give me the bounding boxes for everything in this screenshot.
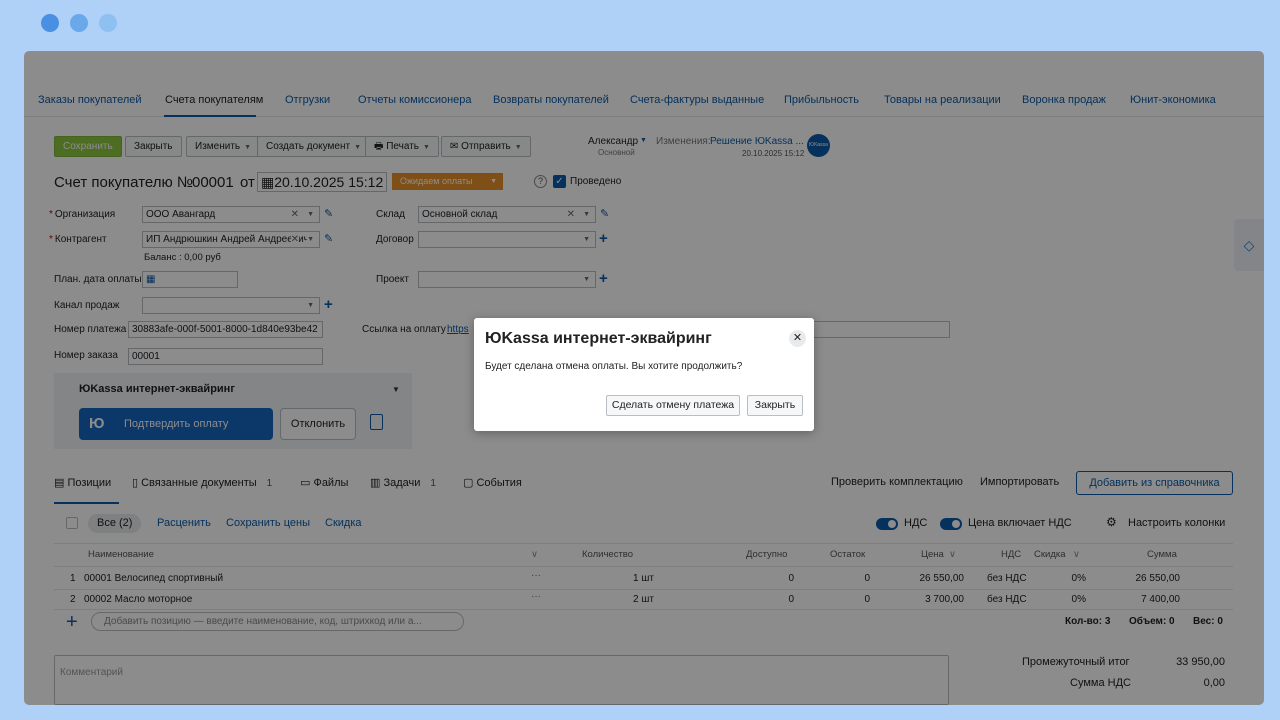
dialog-title: ЮKassa интернет-эквайринг — [485, 330, 712, 347]
window-dot-3[interactable] — [99, 14, 117, 32]
confirm-cancel-button[interactable]: Сделать отмену платежа — [606, 395, 740, 416]
dialog-close-button[interactable]: Закрыть — [747, 395, 803, 416]
dialog-message: Будет сделана отмена оплаты. Вы хотите п… — [485, 361, 743, 372]
close-icon[interactable]: ✕ — [789, 330, 806, 347]
window-dot-2[interactable] — [70, 14, 88, 32]
window-controls — [41, 14, 117, 32]
cancel-payment-dialog: ЮKassa интернет-эквайринг ✕ Будет сделан… — [474, 318, 814, 431]
app-window: Заказы покупателей Счета покупателям Отг… — [24, 51, 1264, 705]
window-dot-1[interactable] — [41, 14, 59, 32]
